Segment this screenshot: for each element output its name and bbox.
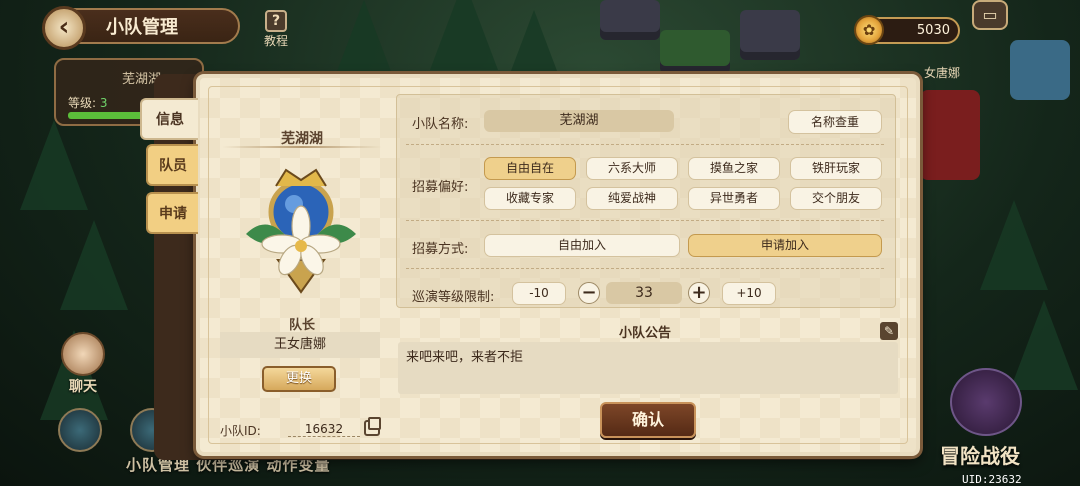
level-plus-button[interactable]: + (688, 282, 710, 304)
method-free-join[interactable]: 自由加入 (484, 234, 680, 257)
block-decoration (740, 10, 800, 60)
preference-option[interactable]: 摸鱼之家 (688, 157, 780, 180)
house-decoration (920, 90, 980, 180)
tab-info[interactable]: 信息 (140, 98, 198, 140)
tab-applications[interactable]: 申请 (146, 192, 198, 234)
level-value: 3 (99, 96, 108, 110)
tree-decoration (1010, 300, 1078, 390)
divider (406, 268, 884, 269)
adventure-emblem-icon[interactable] (950, 368, 1022, 436)
level-plus10-button[interactable]: +10 (722, 282, 776, 305)
confirm-button[interactable]: 确认 (600, 402, 696, 438)
preference-option[interactable]: 自由自在 (484, 157, 576, 180)
team-name-label: 小队名称: (412, 117, 469, 132)
level-minus-button[interactable]: − (578, 282, 600, 304)
copy-icon[interactable] (364, 417, 381, 436)
edit-icon[interactable]: ✎ (880, 322, 898, 340)
team-id-value: 16632 (288, 422, 360, 437)
divider (406, 220, 884, 221)
preference-option[interactable]: 纯爱战神 (586, 187, 678, 210)
coin-counter: ✿ 5030 (854, 15, 960, 45)
preference-label: 招募偏好: (412, 180, 469, 195)
help-icon: ? (265, 10, 287, 32)
preference-option[interactable]: 收藏专家 (484, 187, 576, 210)
block-decoration (660, 30, 730, 74)
tutorial-label: 教程 (263, 34, 288, 48)
coin-value: 5030 (916, 23, 950, 38)
recruit-method-label: 招募方式: (412, 242, 469, 257)
chest-button[interactable]: ▭ (972, 0, 1008, 30)
preference-option[interactable]: 六系大师 (586, 157, 678, 180)
change-leader-button[interactable]: 更换 (262, 366, 336, 392)
chat-avatar-icon (61, 332, 105, 376)
level-label: 等级: (68, 96, 97, 110)
tutorial-button[interactable]: ? 教程 (258, 10, 294, 49)
background-player-name: 女唐娜 (924, 66, 961, 80)
block-decoration (600, 0, 660, 40)
team-name: 芜湖湖 (281, 131, 323, 147)
level-limit-label: 巡演等级限制: (412, 290, 495, 305)
preference-option[interactable]: 交个朋友 (790, 187, 882, 210)
team-card-level: 等级: 3 (68, 94, 108, 111)
chest-icon: ▭ (982, 5, 998, 24)
chat-label: 聊天 (69, 379, 97, 395)
divider (222, 146, 382, 148)
divider (406, 144, 884, 145)
tree-decoration (430, 0, 498, 70)
tree-decoration (980, 200, 1048, 290)
leader-label: 队长 (288, 318, 315, 333)
back-button[interactable]: ‹ (42, 6, 86, 50)
level-limit-value[interactable]: 33 (606, 282, 682, 304)
tree-decoration (60, 220, 128, 310)
title-plate: 小队管理 (70, 8, 240, 44)
method-apply-join[interactable]: 申请加入 (688, 234, 882, 257)
page-title: 小队管理 (106, 17, 178, 38)
preference-option[interactable]: 铁肝玩家 (790, 157, 882, 180)
level-minus10-button[interactable]: -10 (512, 282, 566, 305)
adventure-label[interactable]: 冒险战役 (940, 440, 1020, 469)
preference-option[interactable]: 异世勇者 (688, 187, 780, 210)
name-check-button[interactable]: 名称查重 (788, 110, 882, 134)
notice-title: 小队公告 (618, 326, 671, 341)
chat-button[interactable]: 聊天 (58, 332, 108, 396)
team-name-input[interactable]: 芜湖湖 (484, 110, 674, 132)
uid-text: UID:23632 (962, 473, 1022, 486)
compass-icon[interactable] (58, 408, 102, 452)
notice-content[interactable]: 来吧来吧，来者不拒 (398, 342, 898, 394)
coin-icon: ✿ (854, 15, 884, 45)
leader-name: 王女唐娜 (220, 332, 380, 358)
team-emblem-icon (246, 168, 356, 294)
tab-members[interactable]: 队员 (146, 144, 198, 186)
house-decoration (1010, 40, 1070, 100)
back-arrow-icon: ‹ (58, 11, 70, 42)
team-id-label: 小队ID: (220, 424, 261, 438)
tree-decoration (20, 120, 88, 210)
